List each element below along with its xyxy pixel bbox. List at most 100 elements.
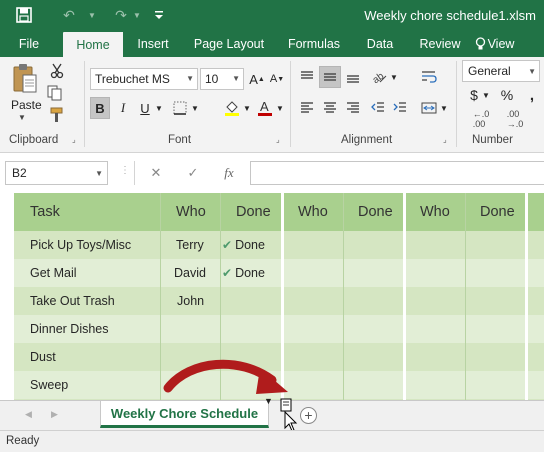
column-divider bbox=[343, 193, 344, 400]
fill-color-dropdown-icon[interactable]: ▼ bbox=[242, 97, 252, 119]
who-cell[interactable]: John bbox=[177, 287, 204, 315]
done-cell[interactable]: ✔ Done bbox=[222, 259, 265, 287]
redo-icon[interactable]: ↷ bbox=[110, 5, 132, 25]
group-divider bbox=[290, 61, 291, 147]
comma-style-icon[interactable]: , bbox=[522, 84, 542, 106]
scroll-right-icon[interactable]: ▶ bbox=[51, 409, 58, 420]
task-cell[interactable]: Dinner Dishes bbox=[30, 315, 109, 343]
decrease-font-icon[interactable]: A ▼ bbox=[268, 68, 286, 90]
drop-indicator-icon: ▼ bbox=[264, 396, 273, 406]
merge-center-icon[interactable] bbox=[418, 97, 440, 119]
undo-icon[interactable]: ↶ bbox=[58, 5, 80, 25]
tab-page-layout[interactable]: Page Layout bbox=[188, 30, 270, 57]
italic-button[interactable]: I bbox=[114, 97, 132, 119]
font-name-select[interactable]: Trebuchet MS ▼ bbox=[90, 68, 198, 90]
task-cell[interactable]: Get Mail bbox=[30, 259, 77, 287]
who-cell[interactable]: Terry bbox=[176, 231, 204, 259]
column-divider bbox=[220, 193, 221, 400]
redo-dropdown-icon[interactable]: ▼ bbox=[131, 5, 143, 25]
worksheet-grid[interactable]: Task Who Done Who Done Who Done Pick Up … bbox=[0, 193, 544, 400]
status-text: Ready bbox=[6, 435, 40, 447]
underline-button[interactable]: U bbox=[136, 97, 154, 119]
header-done-3[interactable]: Done bbox=[480, 193, 515, 231]
increase-indent-icon[interactable] bbox=[390, 97, 410, 119]
save-icon[interactable] bbox=[12, 5, 36, 25]
font-color-icon[interactable]: A bbox=[255, 97, 275, 119]
row-gutter bbox=[0, 193, 14, 400]
header-who-1[interactable]: Who bbox=[176, 193, 206, 231]
percent-icon[interactable]: % bbox=[497, 84, 517, 106]
header-task[interactable]: Task bbox=[30, 193, 60, 231]
align-left-icon[interactable] bbox=[297, 97, 317, 119]
paste-icon[interactable] bbox=[12, 63, 38, 95]
who-cell[interactable]: David bbox=[174, 259, 206, 287]
group-divider bbox=[84, 61, 85, 147]
alignment-launcher-icon[interactable]: ⌟ bbox=[443, 135, 452, 144]
orientation-dropdown-icon[interactable]: ▼ bbox=[389, 66, 399, 88]
paste-dropdown-icon[interactable]: ▼ bbox=[18, 113, 26, 122]
header-who-3[interactable]: Who bbox=[420, 193, 450, 231]
formula-input[interactable] bbox=[250, 161, 544, 185]
cancel-entry-icon[interactable]: ✕ bbox=[146, 163, 166, 183]
merge-dropdown-icon[interactable]: ▼ bbox=[439, 97, 449, 119]
header-done-1[interactable]: Done bbox=[236, 193, 271, 231]
bottom-align-icon[interactable] bbox=[343, 66, 363, 88]
decrease-indent-icon[interactable] bbox=[368, 97, 388, 119]
scroll-left-icon[interactable]: ◀ bbox=[25, 409, 32, 420]
tab-insert[interactable]: Insert bbox=[128, 30, 178, 57]
font-group-label: Font bbox=[168, 134, 192, 146]
header-who-2[interactable]: Who bbox=[298, 193, 328, 231]
paste-label[interactable]: Paste bbox=[11, 98, 42, 112]
align-right-icon[interactable] bbox=[343, 97, 363, 119]
document-title: Weekly chore schedule1.xlsm bbox=[364, 8, 536, 23]
clipboard-launcher-icon[interactable]: ⌟ bbox=[72, 135, 81, 144]
task-cell[interactable]: Take Out Trash bbox=[30, 287, 115, 315]
orientation-icon[interactable]: ab bbox=[368, 66, 390, 88]
tab-data[interactable]: Data bbox=[358, 30, 402, 57]
decrease-decimal-icon[interactable]: .00 →.0 bbox=[500, 108, 530, 130]
task-cell[interactable]: Sweep bbox=[30, 371, 68, 399]
top-align-icon[interactable] bbox=[297, 66, 317, 88]
increase-font-icon[interactable]: A ▲ bbox=[248, 68, 266, 90]
column-divider bbox=[465, 193, 466, 400]
insert-function-icon[interactable]: fx bbox=[217, 163, 241, 183]
copy-icon[interactable] bbox=[45, 83, 65, 103]
tab-formulas[interactable]: Formulas bbox=[280, 30, 348, 57]
undo-dropdown-icon[interactable]: ▼ bbox=[86, 5, 98, 25]
checkmark-icon: ✔ bbox=[222, 238, 233, 252]
sheet-tab-bar: ◀ ▶ Weekly Chore Schedule ▼ + bbox=[0, 396, 544, 430]
header-done-2[interactable]: Done bbox=[358, 193, 393, 231]
formula-bar-grip-icon[interactable]: ⋮ bbox=[120, 165, 130, 176]
cut-icon[interactable] bbox=[47, 61, 67, 81]
underline-dropdown-icon[interactable]: ▼ bbox=[154, 97, 164, 119]
tab-file[interactable]: File bbox=[10, 30, 48, 57]
font-size-select[interactable]: 10 ▼ bbox=[200, 68, 244, 90]
chevron-down-icon: ▼ bbox=[95, 169, 103, 178]
tab-review[interactable]: Review bbox=[412, 30, 468, 57]
done-cell[interactable]: ✔ Done bbox=[222, 231, 265, 259]
enter-entry-icon[interactable]: ✓ bbox=[183, 163, 203, 183]
wrap-text-icon[interactable] bbox=[418, 66, 440, 88]
bold-button[interactable]: B bbox=[90, 97, 110, 119]
name-box[interactable]: B2 ▼ bbox=[5, 161, 108, 185]
align-center-icon[interactable] bbox=[320, 97, 340, 119]
borders-dropdown-icon[interactable]: ▼ bbox=[190, 97, 200, 119]
alignment-group-label: Alignment bbox=[341, 134, 393, 146]
group-divider bbox=[456, 61, 457, 147]
font-color-dropdown-icon[interactable]: ▼ bbox=[275, 97, 285, 119]
increase-decimal-icon[interactable]: ←.0.00 bbox=[466, 108, 496, 130]
middle-align-icon[interactable] bbox=[319, 66, 341, 88]
font-launcher-icon[interactable]: ⌟ bbox=[276, 135, 285, 144]
fill-color-icon[interactable] bbox=[222, 97, 242, 119]
task-cell[interactable]: Pick Up Toys/Misc bbox=[30, 231, 131, 259]
checkmark-icon: ✔ bbox=[222, 266, 233, 280]
tab-view[interactable]: View bbox=[482, 30, 520, 57]
task-cell[interactable]: Dust bbox=[30, 343, 56, 371]
format-painter-icon[interactable] bbox=[47, 105, 67, 125]
tab-home[interactable]: Home bbox=[63, 32, 123, 57]
currency-dropdown-icon[interactable]: ▼ bbox=[481, 84, 491, 106]
sheet-tab-weekly-chore-schedule[interactable]: Weekly Chore Schedule bbox=[100, 401, 269, 428]
borders-icon[interactable] bbox=[170, 97, 190, 119]
number-format-select[interactable]: General ▼ bbox=[462, 60, 540, 82]
customize-qat-icon[interactable] bbox=[152, 5, 166, 25]
